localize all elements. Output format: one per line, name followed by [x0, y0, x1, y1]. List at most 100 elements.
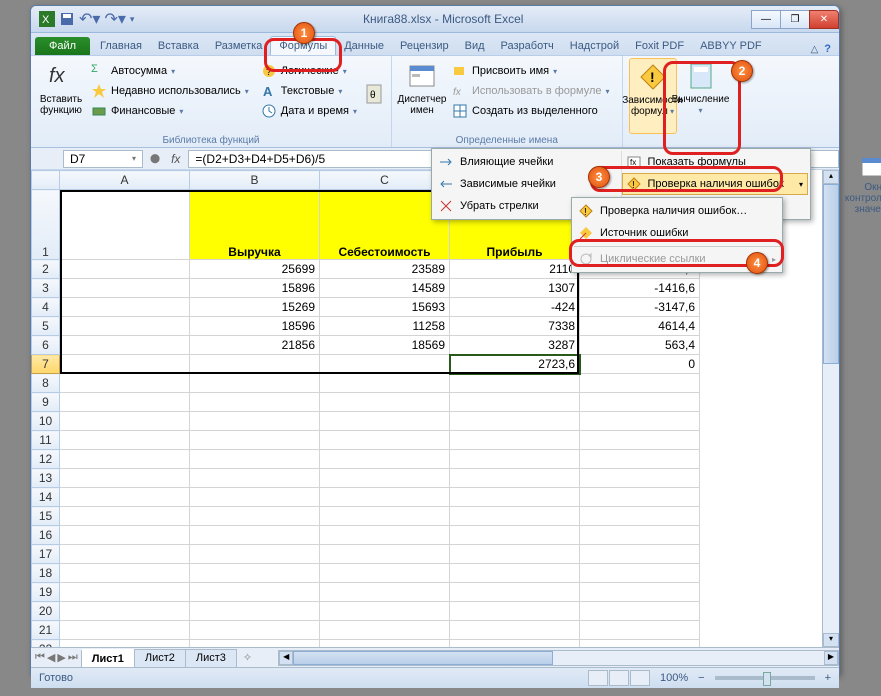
cell-A10[interactable] — [60, 412, 190, 431]
cell-E10[interactable] — [580, 412, 700, 431]
cell-B14[interactable] — [190, 488, 320, 507]
cell-C11[interactable] — [320, 431, 450, 450]
datetime-button[interactable]: Дата и время — [257, 102, 361, 120]
row-header-2[interactable]: 2 — [32, 260, 60, 279]
col-header-C[interactable]: C — [320, 171, 450, 190]
row-header-4[interactable]: 4 — [32, 298, 60, 317]
cell-A1[interactable] — [60, 190, 190, 260]
cell-B3[interactable]: 15896 — [190, 279, 320, 298]
cell-A4[interactable] — [60, 298, 190, 317]
row-header-14[interactable]: 14 — [32, 488, 60, 507]
cell-D11[interactable] — [450, 431, 580, 450]
fx-button[interactable]: fx — [163, 152, 188, 166]
text-button[interactable]: AТекстовые — [257, 82, 361, 100]
autosum-button[interactable]: ΣАвтосумма — [87, 62, 253, 80]
cell-E9[interactable] — [580, 393, 700, 412]
row-header-9[interactable]: 9 — [32, 393, 60, 412]
tab-надстрой[interactable]: Надстрой — [562, 37, 627, 55]
help-icon[interactable]: ? — [824, 43, 831, 55]
cell-C3[interactable]: 14589 — [320, 279, 450, 298]
row-header-7[interactable]: 7 — [32, 355, 60, 374]
watch-window-button[interactable]: Окно контрольного значения — [841, 154, 881, 215]
cell-D14[interactable] — [450, 488, 580, 507]
zoom-slider[interactable] — [715, 676, 815, 680]
cell-B12[interactable] — [190, 450, 320, 469]
cell-B11[interactable] — [190, 431, 320, 450]
row-header-19[interactable]: 19 — [32, 583, 60, 602]
row-header-21[interactable]: 21 — [32, 621, 60, 640]
cell-C13[interactable] — [320, 469, 450, 488]
cell-A3[interactable] — [60, 279, 190, 298]
cell-C6[interactable]: 18569 — [320, 336, 450, 355]
calculation-button[interactable]: Вычисление — [677, 58, 725, 134]
cell-D15[interactable] — [450, 507, 580, 526]
row-header-10[interactable]: 10 — [32, 412, 60, 431]
cell-A9[interactable] — [60, 393, 190, 412]
row-header-15[interactable]: 15 — [32, 507, 60, 526]
cell-A14[interactable] — [60, 488, 190, 507]
cell-A20[interactable] — [60, 602, 190, 621]
horizontal-scrollbar[interactable]: ◀▶ — [278, 650, 839, 666]
cell-E15[interactable] — [580, 507, 700, 526]
use-formula-button[interactable]: fxИспользовать в формуле — [448, 82, 614, 100]
row-header-13[interactable]: 13 — [32, 469, 60, 488]
row-header-3[interactable]: 3 — [32, 279, 60, 298]
show-formulas-item[interactable]: fxПоказать формулы — [622, 151, 809, 173]
cell-A18[interactable] — [60, 564, 190, 583]
cell-E13[interactable] — [580, 469, 700, 488]
cell-B16[interactable] — [190, 526, 320, 545]
cell-A11[interactable] — [60, 431, 190, 450]
cell-D5[interactable]: 7338 — [450, 317, 580, 336]
cell-C21[interactable] — [320, 621, 450, 640]
more-functions-icon[interactable]: θ — [365, 81, 383, 111]
recent-button[interactable]: Недавно использовались — [87, 82, 253, 100]
cell-C1[interactable]: Себестоимость — [320, 190, 450, 260]
cell-B20[interactable] — [190, 602, 320, 621]
tab-рецензир[interactable]: Рецензир — [392, 37, 457, 55]
cell-C9[interactable] — [320, 393, 450, 412]
cell-E6[interactable]: 563,4 — [580, 336, 700, 355]
close-button[interactable]: ✕ — [809, 10, 839, 29]
zoom-in-icon[interactable]: + — [825, 672, 831, 684]
cell-B2[interactable]: 25699 — [190, 260, 320, 279]
logical-button[interactable]: ?Логические — [257, 62, 361, 80]
row-header-6[interactable]: 6 — [32, 336, 60, 355]
cell-A6[interactable] — [60, 336, 190, 355]
cell-E18[interactable] — [580, 564, 700, 583]
create-names-button[interactable]: Создать из выделенного — [448, 102, 614, 120]
cell-A16[interactable] — [60, 526, 190, 545]
row-header-17[interactable]: 17 — [32, 545, 60, 564]
cell-C10[interactable] — [320, 412, 450, 431]
row-header-11[interactable]: 11 — [32, 431, 60, 450]
zoom-out-icon[interactable]: − — [698, 672, 704, 684]
row-header-5[interactable]: 5 — [32, 317, 60, 336]
define-name-button[interactable]: Присвоить имя — [448, 62, 614, 80]
tab-главная[interactable]: Главная — [92, 37, 150, 55]
row-header-16[interactable]: 16 — [32, 526, 60, 545]
cell-D9[interactable] — [450, 393, 580, 412]
cell-C2[interactable]: 23589 — [320, 260, 450, 279]
sheet-tab-Лист3[interactable]: Лист3 — [185, 649, 237, 667]
cell-D8[interactable] — [450, 374, 580, 393]
cell-A7[interactable] — [60, 355, 190, 374]
tab-вид[interactable]: Вид — [457, 37, 493, 55]
cell-C19[interactable] — [320, 583, 450, 602]
cell-D22[interactable] — [450, 640, 580, 648]
financial-button[interactable]: Финансовые — [87, 102, 253, 120]
cell-D3[interactable]: 1307 — [450, 279, 580, 298]
cell-E19[interactable] — [580, 583, 700, 602]
cell-D2[interactable]: 2110 — [450, 260, 580, 279]
cell-A5[interactable] — [60, 317, 190, 336]
row-header-12[interactable]: 12 — [32, 450, 60, 469]
save-icon[interactable] — [59, 11, 75, 27]
cell-E14[interactable] — [580, 488, 700, 507]
row-header-8[interactable]: 8 — [32, 374, 60, 393]
cell-E16[interactable] — [580, 526, 700, 545]
cell-D10[interactable] — [450, 412, 580, 431]
cell-E7[interactable]: 0 — [580, 355, 700, 374]
cell-B4[interactable]: 15269 — [190, 298, 320, 317]
cell-D17[interactable] — [450, 545, 580, 564]
undo-icon[interactable]: ↶▾ — [79, 9, 100, 29]
cell-E8[interactable] — [580, 374, 700, 393]
tab-разработч[interactable]: Разработч — [493, 37, 562, 55]
